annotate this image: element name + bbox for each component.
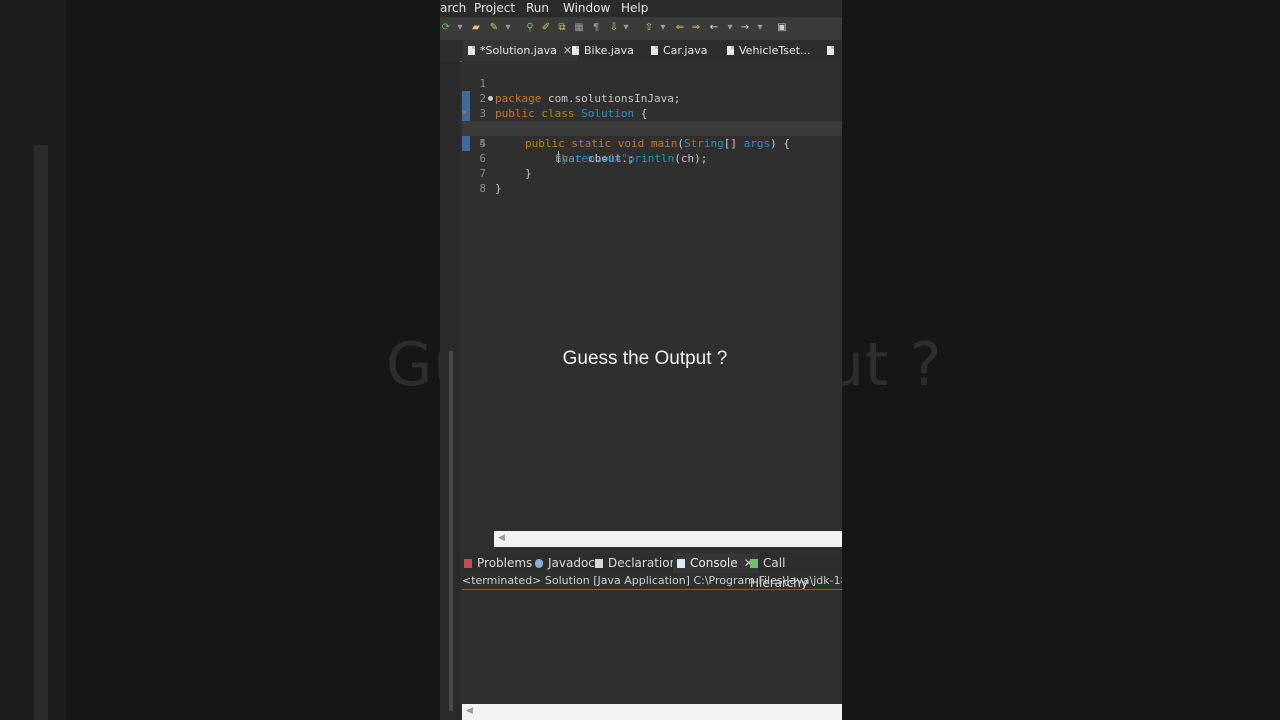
scroll-left-icon[interactable]: ◀ xyxy=(466,706,473,716)
code-line[interactable]: 8 xyxy=(462,166,842,195)
dropdown-icon[interactable]: ▾ xyxy=(620,22,632,34)
tab-call-hierarchy[interactable]: Call Hierarchy xyxy=(750,553,842,590)
tab-problems[interactable]: Problems xyxy=(464,553,532,573)
tab-overflow[interactable]: V xyxy=(827,40,842,78)
menu-search[interactable]: arch xyxy=(440,0,466,16)
tab-label: *Solution.java xyxy=(480,44,557,57)
menu-project[interactable]: Project xyxy=(474,0,515,16)
tab-bike-java[interactable]: Bike.java xyxy=(572,40,634,61)
close-tab-icon[interactable]: ✕ xyxy=(563,44,572,57)
tab-declaration[interactable]: Declaration xyxy=(595,553,677,573)
bottom-view-tabs: Problems Javadoc Declaration Console ✕ Ca… xyxy=(462,553,842,590)
tab-label: Javadoc xyxy=(548,556,595,570)
javadoc-icon xyxy=(535,559,543,568)
java-file-icon xyxy=(651,46,658,55)
block-icon[interactable]: ▦ xyxy=(573,22,585,34)
code-line[interactable]: 2 public class Solution { xyxy=(462,76,842,120)
open-folder-icon[interactable]: ▰ xyxy=(470,22,482,34)
task-icon[interactable]: ⇧ xyxy=(643,22,655,34)
code-line[interactable]: 3 public static void main(String[] args)… xyxy=(462,91,842,150)
code-editor[interactable]: 1 package com.solutionsInJava; 2 public … xyxy=(462,61,842,531)
next-edit-icon[interactable]: ⇒ xyxy=(690,22,702,34)
background-strip xyxy=(34,145,48,720)
problems-icon xyxy=(464,559,472,568)
pen-icon[interactable]: ✐ xyxy=(540,22,552,34)
java-file-icon xyxy=(727,46,734,55)
annotation-icon[interactable]: ⇩ xyxy=(608,22,620,34)
tab-label: Declaration xyxy=(608,556,678,570)
menu-help[interactable]: Help xyxy=(621,0,648,16)
prev-edit-icon[interactable]: ⇐ xyxy=(674,22,686,34)
tab-label: Car.java xyxy=(663,44,708,57)
code-line[interactable]: 6 } xyxy=(462,136,842,180)
tab-label: Console xyxy=(690,556,738,570)
text-cursor-icon xyxy=(558,151,559,163)
code-line-current[interactable]: 5 System.out.println(ch); xyxy=(462,121,842,165)
code-line[interactable]: 1 package com.solutionsInJava; xyxy=(462,61,842,105)
java-file-icon xyxy=(572,46,579,55)
scroll-left-icon[interactable]: ◀ xyxy=(498,533,505,543)
console-icon xyxy=(677,559,685,568)
perspective-icon[interactable]: ▣ xyxy=(776,22,788,34)
tab-car-java[interactable]: Car.java xyxy=(651,40,707,61)
error-marker-icon[interactable]: ✖ xyxy=(462,109,470,117)
tab-vehicletset[interactable]: VehicleTset... xyxy=(727,40,811,61)
dropdown-icon[interactable]: ▾ xyxy=(754,22,766,34)
video-background-left xyxy=(0,0,440,720)
tab-label: Bike.java xyxy=(584,44,634,57)
tab-solution-java[interactable]: *Solution.java ✕ xyxy=(462,40,579,61)
back-arrow-icon[interactable]: ← xyxy=(708,22,720,34)
tab-javadoc[interactable]: Javadoc xyxy=(535,553,595,573)
line-number: 8 xyxy=(479,182,486,195)
java-file-icon xyxy=(468,46,475,55)
editor-horizontal-scrollbar[interactable]: ◀ xyxy=(494,531,842,547)
search-icon[interactable]: ⚲ xyxy=(524,22,536,34)
code-line[interactable]: 7 } xyxy=(462,151,842,195)
tab-console[interactable]: Console ✕ xyxy=(673,553,758,573)
dropdown-icon[interactable]: ▾ xyxy=(502,22,514,34)
brush-icon[interactable]: ✎ xyxy=(488,22,500,34)
declaration-icon xyxy=(595,559,603,568)
menu-bar: arch Project Run Window Help xyxy=(440,0,842,17)
call-hierarchy-icon xyxy=(750,559,758,568)
pilcrow-icon[interactable]: ¶ xyxy=(590,22,602,34)
background-strip xyxy=(0,0,66,720)
tab-label: VehicleTset... xyxy=(739,44,811,57)
console-status-line: <terminated> Solution [Java Application]… xyxy=(462,573,842,590)
dropdown-icon[interactable]: ▾ xyxy=(657,22,669,34)
dropdown-icon[interactable]: ▾ xyxy=(454,22,466,34)
vertical-scrollbar[interactable] xyxy=(449,351,453,711)
link-icon[interactable]: ⧉ xyxy=(556,22,568,34)
menu-run[interactable]: Run xyxy=(526,0,549,16)
java-file-icon xyxy=(827,46,834,55)
editor-tabs: *Solution.java ✕ Bike.java Car.java Vehic… xyxy=(440,40,842,78)
left-panel-gutter xyxy=(440,61,460,720)
menu-window[interactable]: Window xyxy=(563,0,610,16)
override-marker-icon[interactable] xyxy=(488,96,493,101)
forward-arrow-icon[interactable]: → xyxy=(739,22,751,34)
tab-label: Problems xyxy=(477,556,533,570)
console-horizontal-scrollbar[interactable]: ◀ xyxy=(462,704,842,720)
toolbar: ⟳ ▾ ▰ ✎ ▾ ⚲ ✐ ⧉ ▦ ¶ ⇩ ▾ ⇧ ▾ ⇐ ⇒ ← ▾ → ▾ … xyxy=(440,17,842,41)
code-line[interactable]: ✖ 4 char ch="A"; xyxy=(462,106,842,166)
console-output[interactable] xyxy=(462,590,842,704)
dropdown-icon[interactable]: ▾ xyxy=(724,22,736,34)
refresh-icon[interactable]: ⟳ xyxy=(440,22,452,34)
video-caption: Guess the Output ? xyxy=(562,348,728,369)
